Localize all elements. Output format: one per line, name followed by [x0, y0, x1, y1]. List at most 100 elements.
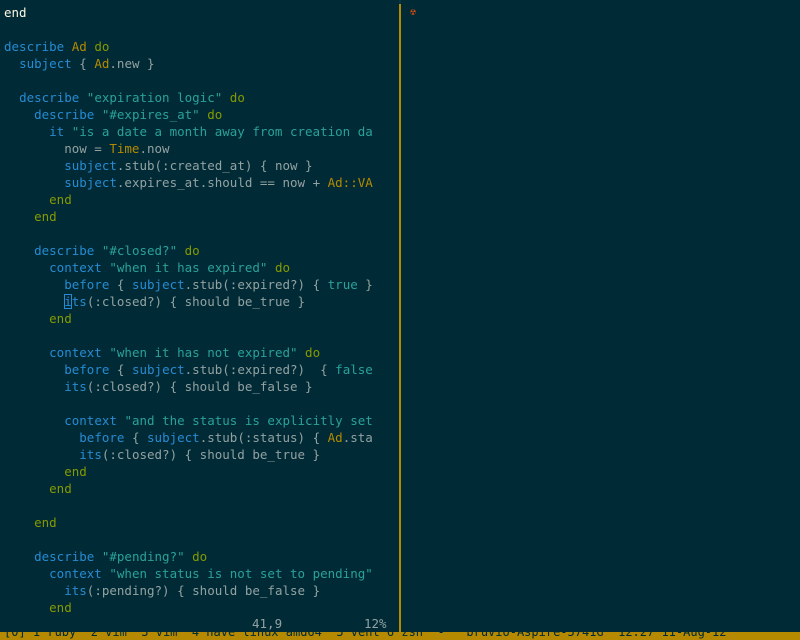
code-token: .expires_at.should == now +: [116, 175, 328, 190]
code-token: before: [64, 362, 117, 377]
code-token: context: [49, 345, 110, 360]
code-token: end: [64, 464, 87, 479]
code-token: before: [79, 430, 132, 445]
code-token: its: [79, 447, 102, 462]
code-token: (:closed?) { should be_true }: [101, 447, 321, 462]
code-token: before: [64, 277, 117, 292]
code-token: .stub(:expired?) {: [184, 362, 336, 377]
code-line[interactable]: end: [4, 599, 399, 616]
tmux-status-text: [0] 1 ruby 2 vim 3 vim 4 nave linux amd6…: [4, 632, 727, 639]
code-token: describe: [19, 90, 87, 105]
cursor-position: 41,9: [252, 616, 283, 631]
code-token: its: [64, 379, 87, 394]
code-token: subject: [19, 56, 80, 71]
code-token: do: [207, 107, 223, 122]
code-token: end: [49, 481, 72, 496]
code-token: describe: [34, 243, 102, 258]
code-token: do: [184, 243, 200, 258]
code-token: context: [64, 413, 125, 428]
code-line[interactable]: its(:pending?) { should be_false }: [4, 582, 399, 599]
code-line[interactable]: its(:closed?) { should be_false }: [4, 378, 399, 395]
text-cursor: i: [64, 294, 72, 309]
code-token: {: [116, 277, 132, 292]
code-token: (:closed?) { should be_true }: [86, 294, 306, 309]
code-token: {: [116, 362, 132, 377]
code-line[interactable]: end: [4, 480, 399, 497]
code-token: describe: [4, 39, 72, 54]
code-line[interactable]: subject.stub(:created_at) { now }: [4, 157, 399, 174]
code-token: it: [49, 124, 72, 139]
code-line[interactable]: its(:closed?) { should be_true }: [4, 293, 399, 310]
code-line[interactable]: describe Ad do: [4, 38, 399, 55]
code-token: "#expires_at": [101, 107, 208, 122]
code-line[interactable]: describe "#pending?" do: [4, 548, 399, 565]
tmux-status-bar: [0] 1 ruby 2 vim 3 vim 4 nave linux amd6…: [0, 632, 800, 640]
code-token: "is a date a month away from creation da: [71, 124, 373, 139]
code-line[interactable]: context "when it has expired" do: [4, 259, 399, 276]
vim-left-pane[interactable]: end describe Ad do subject { Ad.new } des…: [0, 0, 399, 632]
code-line[interactable]: describe "#expires_at" do: [4, 106, 399, 123]
code-token: end: [4, 5, 27, 20]
code-line[interactable]: end: [4, 4, 399, 21]
code-token: end: [34, 209, 57, 224]
code-line[interactable]: its(:closed?) { should be_true }: [4, 446, 399, 463]
code-line[interactable]: subject.expires_at.should == now + Ad::V…: [4, 174, 399, 191]
code-line[interactable]: context "when status is not set to pendi…: [4, 565, 399, 582]
code-line[interactable]: end: [4, 191, 399, 208]
code-token: describe: [34, 107, 102, 122]
code-token: do: [94, 39, 110, 54]
code-token: {: [79, 56, 95, 71]
code-line[interactable]: before { subject.stub(:status) { Ad.sta: [4, 429, 399, 446]
code-token: "expiration logic": [86, 90, 230, 105]
code-token: .new }: [109, 56, 155, 71]
code-token: false: [335, 362, 373, 377]
code-line[interactable]: describe "#closed?" do: [4, 242, 399, 259]
code-line[interactable]: end: [4, 514, 399, 531]
code-token: end: [34, 515, 57, 530]
code-token: subject: [131, 277, 185, 292]
code-token: Ad::VA: [327, 175, 373, 190]
code-line[interactable]: now = Time.now: [4, 140, 399, 157]
code-line[interactable]: end: [4, 310, 399, 327]
vim-right-pane[interactable]: [401, 0, 800, 632]
code-line[interactable]: end: [4, 463, 399, 480]
code-token: Time: [109, 141, 140, 156]
code-line[interactable]: context "and the status is explicitly se…: [4, 412, 399, 429]
code-line[interactable]: describe "expiration logic" do: [4, 89, 399, 106]
code-token: subject: [64, 175, 117, 190]
code-line[interactable]: end: [4, 208, 399, 225]
code-line[interactable]: subject { Ad.new }: [4, 55, 399, 72]
code-token: ts: [71, 294, 87, 309]
code-line[interactable]: before { subject.stub(:expired?) { false: [4, 361, 399, 378]
code-token: end: [49, 192, 72, 207]
code-token: "when it has expired": [109, 260, 275, 275]
code-token: .stub(:status) {: [199, 430, 328, 445]
code-line[interactable]: context "when it has not expired" do: [4, 344, 399, 361]
code-token: subject: [147, 430, 200, 445]
code-token: .now: [139, 141, 170, 156]
code-token: context: [49, 260, 110, 275]
scroll-percent: 12%: [364, 616, 387, 631]
code-token: "and the status is explicitly set: [124, 413, 373, 428]
code-token: (:closed?) { should be_false }: [86, 379, 313, 394]
code-line[interactable]: it "is a date a month away from creation…: [4, 123, 399, 140]
code-token: "when it has not expired": [109, 345, 306, 360]
code-token: {: [131, 430, 148, 445]
code-line[interactable]: before { subject.stub(:expired?) { true …: [4, 276, 399, 293]
